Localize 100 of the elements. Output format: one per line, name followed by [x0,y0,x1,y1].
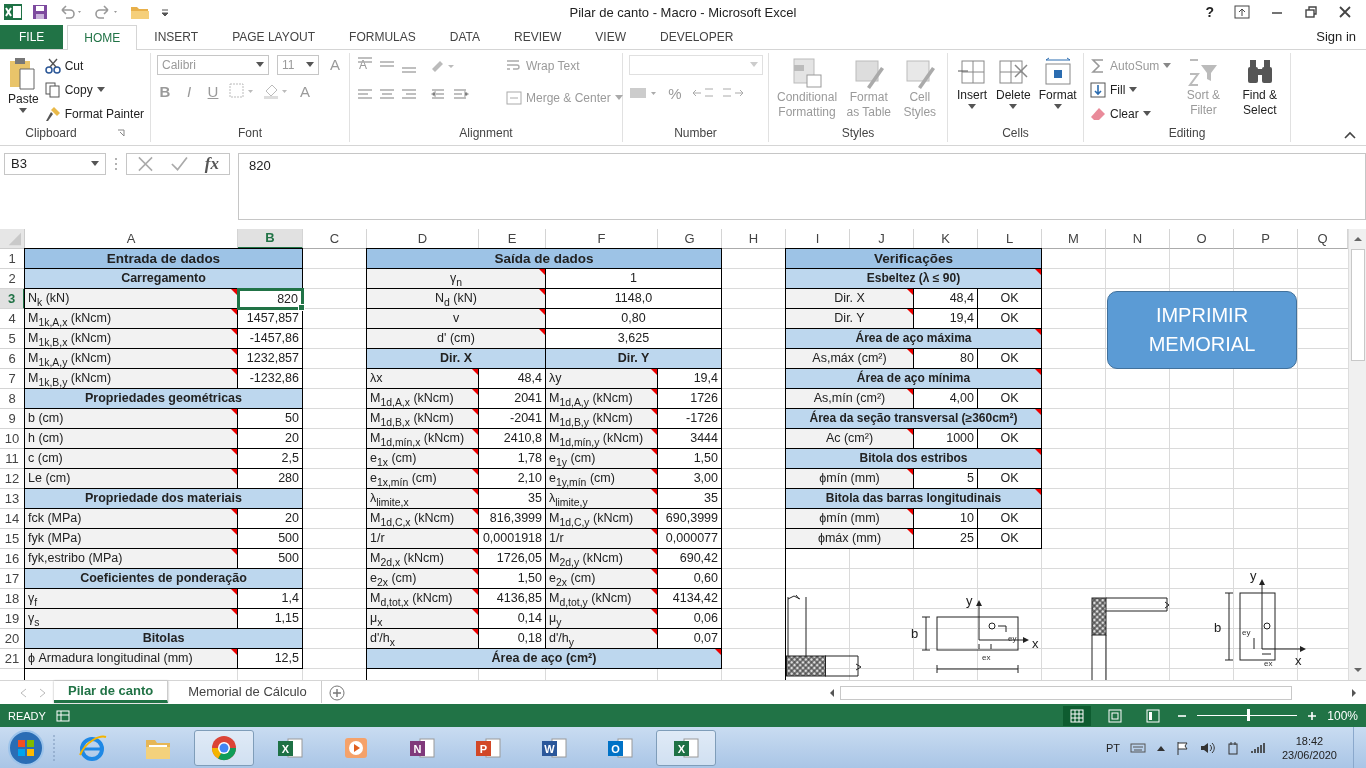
column-header[interactable]: K [914,228,978,249]
value-cell: -1726 [658,408,722,429]
value-cell[interactable]: 20 [238,508,303,529]
zoom-level[interactable]: 100% [1327,708,1358,723]
column-header[interactable]: H [722,228,786,249]
speaker-icon[interactable] [1199,740,1216,755]
macro-record-icon[interactable] [55,709,70,722]
ribbon-tab[interactable]: FORMULAS [332,24,433,49]
start-button[interactable] [6,727,46,768]
paste-button[interactable]: Paste [6,54,41,115]
name-box[interactable]: B3 [4,152,106,175]
value-cell[interactable]: 1,15 [238,608,303,629]
plug-icon[interactable] [1225,740,1240,755]
zoom-in-icon[interactable] [1307,710,1318,721]
ribbon-tab[interactable]: INSERT [137,24,216,49]
taskbar-button[interactable]: W [524,729,584,766]
drag-handle-icon[interactable] [114,156,118,171]
signal-icon[interactable] [1249,741,1266,754]
taskbar-button[interactable]: X [260,729,320,766]
label-cell: e$_{1y,mín}$ (cm) [546,468,658,489]
zoom-slider[interactable] [1247,709,1251,722]
value-cell[interactable]: 280 [238,468,303,489]
folder-icon[interactable] [130,4,150,21]
format-painter-button[interactable]: Format Painter [44,102,145,125]
sign-in-link[interactable]: Sign in [1316,29,1366,45]
value-cell[interactable]: 50 [238,408,303,429]
clock-date[interactable]: 23/06/2020 [1281,747,1337,762]
cancel-icon[interactable] [137,154,154,173]
normal-view-icon[interactable] [1063,705,1092,726]
scroll-left-icon[interactable] [828,687,836,698]
ribbon-tab[interactable]: VIEW [578,24,643,49]
value-cell[interactable]: -1457,86 [238,328,303,349]
value-cell[interactable]: 1232,857 [238,348,303,369]
format-button[interactable]: Format [1036,54,1079,111]
language-indicator[interactable]: PT [1105,741,1120,754]
label-cell: M$_{1d,C,x}$ (kNcm) [367,508,479,529]
column-header[interactable]: L [978,228,1042,249]
fill-handle[interactable] [298,303,305,311]
delete-button[interactable]: Delete [994,54,1033,111]
collapse-ribbon-icon[interactable] [1344,130,1356,139]
value-cell[interactable]: 500 [238,548,303,569]
scrollbar-thumb[interactable] [840,685,1292,700]
column-header[interactable]: J [850,228,914,249]
column-header[interactable]: P [1234,228,1298,249]
column-header[interactable]: D [367,228,479,249]
checkmark-icon[interactable] [169,154,189,173]
scroll-right-icon[interactable] [1350,687,1358,698]
find-select-button[interactable]: Find & Select [1235,54,1284,120]
value-cell[interactable]: 500 [238,528,303,549]
value-cell[interactable]: -1232,86 [238,368,303,389]
column-header[interactable]: E [479,228,546,249]
scroll-up-icon[interactable] [1352,234,1363,243]
column-header[interactable]: C [303,228,367,249]
scroll-down-icon[interactable] [1352,665,1363,674]
taskbar-button[interactable]: O [590,729,650,766]
sheet-tab[interactable]: Memorial de Cálculo [174,680,322,703]
fill-button[interactable]: Fill [1090,78,1172,101]
restore-icon[interactable] [1304,5,1318,20]
column-header[interactable]: F [546,228,658,249]
column-header[interactable]: O [1170,228,1234,249]
copy-button[interactable]: Copy [44,78,145,101]
cut-button[interactable]: Cut [44,54,145,77]
column-header[interactable]: G [658,228,722,249]
value-cell[interactable]: 2,5 [238,448,303,469]
scrollbar-thumb[interactable] [1350,248,1365,361]
customize-caret-icon[interactable] [160,7,170,18]
ribbon-tab[interactable]: DEVELOPER [643,24,751,49]
ribbon-tab[interactable]: REVIEW [497,24,579,49]
save-icon[interactable] [32,4,48,21]
column-header[interactable]: I [786,228,850,249]
clock-time[interactable]: 18:42 [1295,733,1324,748]
taskbar-button[interactable]: N [392,729,452,766]
close-icon[interactable] [1338,5,1352,20]
ribbon-tab[interactable]: FILE [0,24,64,49]
clear-button[interactable]: Clear [1090,102,1172,125]
keyboard-icon[interactable] [1129,741,1146,754]
taskbar-button[interactable]: P [458,729,518,766]
taskbar-button[interactable] [194,729,254,766]
ribbon-tab[interactable]: DATA [432,24,497,49]
ribbon-tab[interactable]: HOME [67,24,138,50]
insert-function-button[interactable]: fx [204,153,219,174]
column-header[interactable]: N [1106,228,1170,249]
new-sheet-icon[interactable] [327,683,346,702]
value-cell[interactable]: 820 [238,288,303,309]
flag-icon[interactable] [1175,740,1190,755]
ribbon-tab[interactable]: PAGE LAYOUT [215,24,333,49]
formula-field[interactable]: 820 [238,152,1366,220]
help-button[interactable]: ? [1205,4,1214,21]
redo-icon[interactable] [94,4,120,21]
undo-icon[interactable] [58,4,84,21]
value-cell[interactable]: 20 [238,428,303,449]
insert-button[interactable]: Insert [954,54,990,111]
ribbon-display-icon[interactable] [1234,5,1250,20]
value-cell[interactable]: 1,4 [238,588,303,609]
column-header[interactable]: M [1042,228,1106,249]
taskbar-button[interactable]: X [656,729,716,766]
sheet-tab[interactable]: Pilar de canto [54,680,169,703]
dialog-launcher-icon[interactable] [116,129,125,138]
value-cell[interactable]: 12,5 [238,648,303,669]
column-header[interactable]: B [238,228,303,249]
